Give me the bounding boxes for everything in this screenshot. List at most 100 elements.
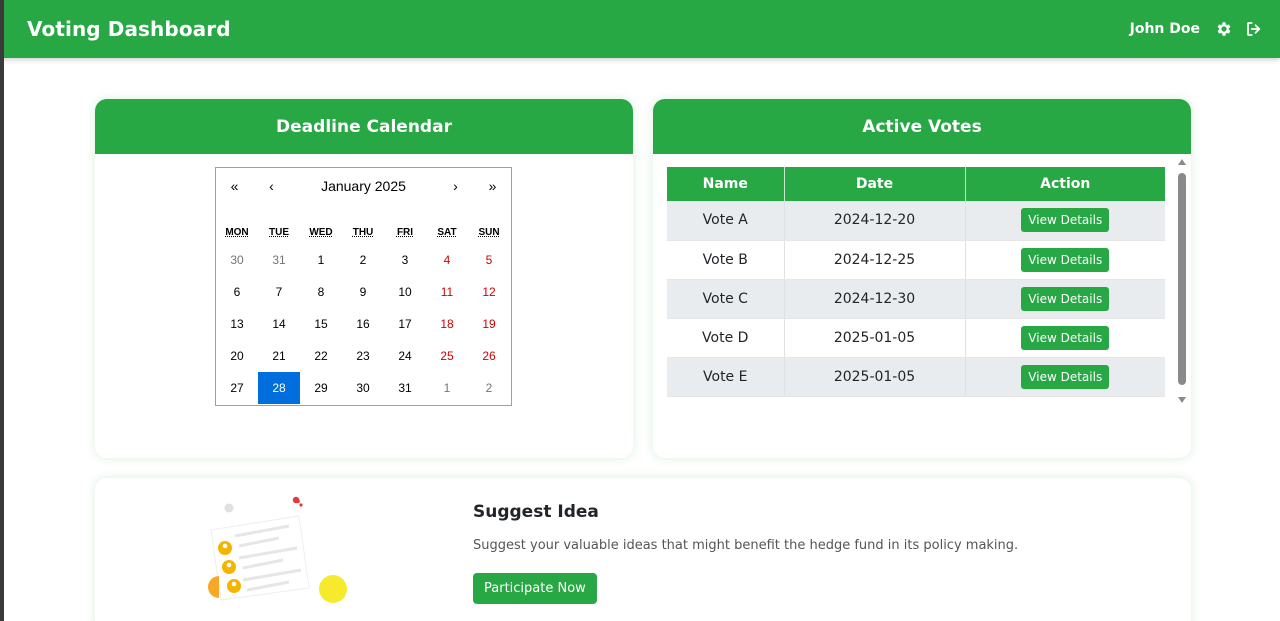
calendar-days-grid: 30 31 1 2 3 4 5 6 7 8 9 10 11 12 13 14 15 16 17 18 19 20 21 22 2… [216, 244, 510, 404]
weekday-label: TUE [269, 226, 289, 238]
deadline-calendar-card: Deadline Calendar « ‹ January 2025 › » M… [95, 99, 633, 458]
idea-list-illustration [199, 488, 359, 608]
vote-name: Vote C [667, 279, 785, 319]
scroll-up-arrow[interactable] [1178, 159, 1186, 165]
prev-month-button[interactable]: ‹ [253, 178, 290, 194]
action-cell: View Details [965, 357, 1165, 397]
calendar-day[interactable]: 19 [468, 308, 510, 340]
view-details-button[interactable]: View Details [1021, 247, 1110, 272]
vote-name: Vote D [667, 318, 785, 358]
month-label[interactable]: January 2025 [290, 178, 437, 194]
idea-description: Suggest your valuable ideas that might b… [473, 538, 1019, 553]
vote-name: Vote E [667, 357, 785, 397]
calendar-day[interactable]: 11 [426, 276, 468, 308]
calendar-day[interactable]: 1 [426, 372, 468, 404]
table-row: Vote D 2025-01-05 View Details [667, 318, 1165, 358]
view-details-button[interactable]: View Details [1021, 286, 1110, 311]
vote-date: 2025-01-05 [784, 318, 966, 358]
view-details-button[interactable]: View Details [1021, 364, 1110, 389]
gear-icon[interactable] [1214, 19, 1234, 39]
calendar-day[interactable]: 17 [384, 308, 426, 340]
idea-title: Suggest Idea [473, 502, 599, 522]
calendar-day[interactable]: 2 [468, 372, 510, 404]
calendar-day[interactable]: 31 [384, 372, 426, 404]
calendar-day[interactable]: 27 [216, 372, 258, 404]
window-edge [0, 0, 4, 621]
sign-out-icon[interactable] [1244, 19, 1264, 39]
calendar-navigation: « ‹ January 2025 › » [216, 168, 511, 204]
calendar-day[interactable]: 14 [258, 308, 300, 340]
calendar-day[interactable]: 20 [216, 340, 258, 372]
column-header-date: Date [784, 167, 966, 201]
action-cell: View Details [965, 240, 1165, 280]
votes-table: Name Date Action Vote A 2024-12-20 View … [667, 167, 1165, 397]
calendar-day[interactable]: 16 [342, 308, 384, 340]
action-cell: View Details [965, 279, 1165, 319]
scroll-down-arrow[interactable] [1178, 397, 1186, 403]
next-year-button[interactable]: » [474, 178, 511, 194]
calendar-day[interactable]: 15 [300, 308, 342, 340]
calendar-day[interactable]: 18 [426, 308, 468, 340]
action-cell: View Details [965, 318, 1165, 358]
next-month-button[interactable]: › [437, 178, 474, 194]
vote-date: 2025-01-05 [784, 357, 966, 397]
calendar-day[interactable]: 22 [300, 340, 342, 372]
votes-card-title: Active Votes [653, 99, 1191, 154]
calendar-day[interactable]: 7 [258, 276, 300, 308]
prev-year-button[interactable]: « [216, 178, 253, 194]
vote-date: 2024-12-20 [784, 201, 966, 241]
weekday-label: FRI [396, 226, 414, 238]
participate-now-button[interactable]: Participate Now [473, 573, 597, 604]
column-header-name: Name [667, 167, 785, 201]
calendar-day[interactable]: 12 [468, 276, 510, 308]
vote-date: 2024-12-30 [784, 279, 966, 319]
calendar-day[interactable]: 23 [342, 340, 384, 372]
calendar-day[interactable]: 29 [300, 372, 342, 404]
calendar-day[interactable]: 25 [426, 340, 468, 372]
table-row: Vote A 2024-12-20 View Details [667, 201, 1165, 241]
vote-date: 2024-12-25 [784, 240, 966, 280]
calendar-day[interactable]: 30 [216, 244, 258, 276]
calendar-day[interactable]: 9 [342, 276, 384, 308]
calendar-day[interactable]: 2 [342, 244, 384, 276]
weekday-label: SAT [437, 226, 457, 238]
calendar-day[interactable]: 1 [300, 244, 342, 276]
view-details-button[interactable]: View Details [1021, 208, 1110, 233]
table-row: Vote B 2024-12-25 View Details [667, 240, 1165, 280]
calendar-day-selected[interactable]: 28 [258, 372, 300, 404]
votes-table-container: Name Date Action Vote A 2024-12-20 View … [667, 167, 1165, 397]
calendar-day[interactable]: 13 [216, 308, 258, 340]
action-cell: View Details [965, 201, 1165, 241]
calendar-day[interactable]: 21 [258, 340, 300, 372]
vote-name: Vote A [667, 201, 785, 241]
view-details-button[interactable]: View Details [1021, 325, 1110, 350]
calendar-day[interactable]: 6 [216, 276, 258, 308]
app-title: Voting Dashboard [27, 17, 231, 41]
calendar-day[interactable]: 10 [384, 276, 426, 308]
weekday-label: MON [225, 226, 249, 238]
active-votes-card: Active Votes Name Date Action Vote A 202… [653, 99, 1191, 458]
calendar-day[interactable]: 31 [258, 244, 300, 276]
calendar-day[interactable]: 5 [468, 244, 510, 276]
table-row: Vote E 2025-01-05 View Details [667, 357, 1165, 397]
idea-content: Suggest Idea Suggest your valuable ideas… [473, 502, 1018, 604]
user-area: John Doe [1130, 19, 1264, 39]
calendar-card-title: Deadline Calendar [95, 99, 633, 154]
weekday-label: SUN [478, 226, 500, 238]
votes-scrollbar[interactable] [1177, 159, 1187, 403]
top-navbar: Voting Dashboard John Doe [0, 0, 1280, 58]
weekday-header: MON TUE WED THU FRI SAT SUN [216, 220, 511, 244]
user-name[interactable]: John Doe [1130, 21, 1200, 37]
suggest-idea-card: Suggest Idea Suggest your valuable ideas… [95, 478, 1191, 621]
scroll-thumb[interactable] [1178, 173, 1186, 385]
calendar-day[interactable]: 3 [384, 244, 426, 276]
calendar-day[interactable]: 4 [426, 244, 468, 276]
table-row: Vote C 2024-12-30 View Details [667, 279, 1165, 319]
calendar-day[interactable]: 30 [342, 372, 384, 404]
calendar-day[interactable]: 24 [384, 340, 426, 372]
calendar-day[interactable]: 26 [468, 340, 510, 372]
table-header-row: Name Date Action [667, 167, 1165, 201]
weekday-label: WED [309, 226, 333, 238]
column-header-action: Action [965, 167, 1165, 201]
calendar-day[interactable]: 8 [300, 276, 342, 308]
